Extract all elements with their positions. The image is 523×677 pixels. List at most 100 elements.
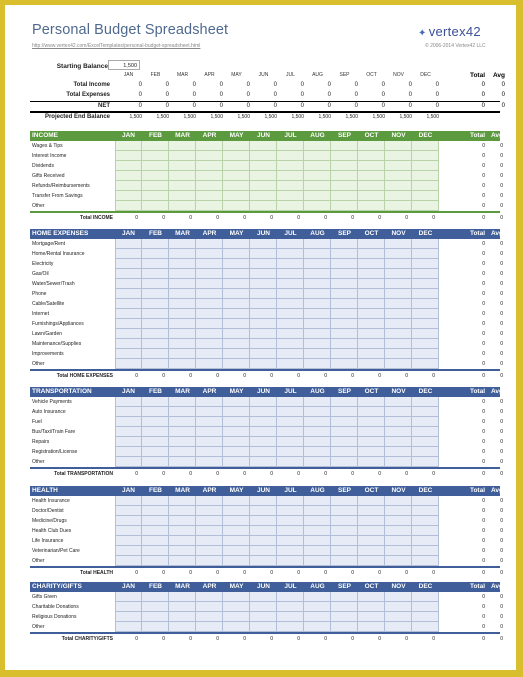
amount-input-cell[interactable] xyxy=(250,339,277,349)
amount-input-cell[interactable] xyxy=(412,427,439,437)
amount-input-cell[interactable] xyxy=(412,181,439,191)
amount-input-cell[interactable] xyxy=(250,556,277,566)
amount-input-cell[interactable] xyxy=(412,141,439,151)
amount-input-cell[interactable] xyxy=(358,427,385,437)
amount-input-cell[interactable] xyxy=(358,259,385,269)
amount-input-cell[interactable] xyxy=(412,201,439,211)
line-item-label[interactable]: Lawn/Garden xyxy=(32,331,62,337)
amount-input-cell[interactable] xyxy=(223,496,250,506)
amount-input-cell[interactable] xyxy=(250,279,277,289)
amount-input-cell[interactable] xyxy=(142,496,169,506)
amount-input-cell[interactable] xyxy=(331,299,358,309)
line-item-label[interactable]: Other xyxy=(32,361,45,367)
amount-input-cell[interactable] xyxy=(142,329,169,339)
amount-input-cell[interactable] xyxy=(331,161,358,171)
amount-input-cell[interactable] xyxy=(385,556,412,566)
amount-input-cell[interactable] xyxy=(196,556,223,566)
amount-input-cell[interactable] xyxy=(115,201,142,211)
amount-input-cell[interactable] xyxy=(115,516,142,526)
amount-input-cell[interactable] xyxy=(277,171,304,181)
line-item-label[interactable]: Water/Sewer/Trash xyxy=(32,281,75,287)
amount-input-cell[interactable] xyxy=(412,437,439,447)
amount-input-cell[interactable] xyxy=(385,309,412,319)
amount-input-cell[interactable] xyxy=(250,397,277,407)
amount-input-cell[interactable] xyxy=(115,181,142,191)
amount-input-cell[interactable] xyxy=(169,622,196,632)
amount-input-cell[interactable] xyxy=(277,496,304,506)
amount-input-cell[interactable] xyxy=(196,161,223,171)
amount-input-cell[interactable] xyxy=(304,506,331,516)
amount-input-cell[interactable] xyxy=(250,161,277,171)
amount-input-cell[interactable] xyxy=(412,151,439,161)
amount-input-cell[interactable] xyxy=(169,359,196,369)
amount-input-cell[interactable] xyxy=(412,536,439,546)
amount-input-cell[interactable] xyxy=(385,496,412,506)
amount-input-cell[interactable] xyxy=(304,526,331,536)
amount-input-cell[interactable] xyxy=(115,447,142,457)
amount-input-cell[interactable] xyxy=(115,319,142,329)
amount-input-cell[interactable] xyxy=(223,309,250,319)
line-item-label[interactable]: Wages & Tips xyxy=(32,143,63,149)
amount-input-cell[interactable] xyxy=(331,427,358,437)
amount-input-cell[interactable] xyxy=(115,269,142,279)
amount-input-cell[interactable] xyxy=(385,239,412,249)
amount-input-cell[interactable] xyxy=(142,239,169,249)
amount-input-cell[interactable] xyxy=(358,437,385,447)
amount-input-cell[interactable] xyxy=(385,289,412,299)
amount-input-cell[interactable] xyxy=(223,427,250,437)
amount-input-cell[interactable] xyxy=(358,151,385,161)
amount-input-cell[interactable] xyxy=(277,407,304,417)
amount-input-cell[interactable] xyxy=(169,602,196,612)
amount-input-cell[interactable] xyxy=(142,407,169,417)
amount-input-cell[interactable] xyxy=(223,536,250,546)
template-link[interactable]: http://www.vertex42.com/ExcelTemplates/p… xyxy=(32,43,200,49)
amount-input-cell[interactable] xyxy=(304,151,331,161)
amount-input-cell[interactable] xyxy=(115,191,142,201)
amount-input-cell[interactable] xyxy=(331,319,358,329)
amount-input-cell[interactable] xyxy=(304,516,331,526)
amount-input-cell[interactable] xyxy=(331,279,358,289)
amount-input-cell[interactable] xyxy=(142,309,169,319)
amount-input-cell[interactable] xyxy=(412,319,439,329)
amount-input-cell[interactable] xyxy=(358,397,385,407)
amount-input-cell[interactable] xyxy=(304,592,331,602)
amount-input-cell[interactable] xyxy=(304,407,331,417)
amount-input-cell[interactable] xyxy=(412,417,439,427)
amount-input-cell[interactable] xyxy=(277,546,304,556)
amount-input-cell[interactable] xyxy=(277,141,304,151)
amount-input-cell[interactable] xyxy=(358,319,385,329)
amount-input-cell[interactable] xyxy=(358,191,385,201)
amount-input-cell[interactable] xyxy=(142,161,169,171)
amount-input-cell[interactable] xyxy=(304,171,331,181)
amount-input-cell[interactable] xyxy=(142,612,169,622)
amount-input-cell[interactable] xyxy=(277,309,304,319)
amount-input-cell[interactable] xyxy=(196,191,223,201)
amount-input-cell[interactable] xyxy=(250,171,277,181)
amount-input-cell[interactable] xyxy=(169,181,196,191)
amount-input-cell[interactable] xyxy=(196,299,223,309)
amount-input-cell[interactable] xyxy=(250,359,277,369)
amount-input-cell[interactable] xyxy=(277,417,304,427)
amount-input-cell[interactable] xyxy=(142,349,169,359)
amount-input-cell[interactable] xyxy=(169,592,196,602)
amount-input-cell[interactable] xyxy=(169,299,196,309)
amount-input-cell[interactable] xyxy=(196,329,223,339)
amount-input-cell[interactable] xyxy=(412,506,439,516)
amount-input-cell[interactable] xyxy=(412,239,439,249)
amount-input-cell[interactable] xyxy=(358,536,385,546)
amount-input-cell[interactable] xyxy=(250,546,277,556)
amount-input-cell[interactable] xyxy=(385,506,412,516)
amount-input-cell[interactable] xyxy=(385,447,412,457)
amount-input-cell[interactable] xyxy=(142,339,169,349)
amount-input-cell[interactable] xyxy=(250,592,277,602)
line-item-label[interactable]: Other xyxy=(32,624,45,630)
amount-input-cell[interactable] xyxy=(412,191,439,201)
amount-input-cell[interactable] xyxy=(331,546,358,556)
amount-input-cell[interactable] xyxy=(250,437,277,447)
amount-input-cell[interactable] xyxy=(412,299,439,309)
amount-input-cell[interactable] xyxy=(142,516,169,526)
amount-input-cell[interactable] xyxy=(358,592,385,602)
amount-input-cell[interactable] xyxy=(250,201,277,211)
amount-input-cell[interactable] xyxy=(412,359,439,369)
amount-input-cell[interactable] xyxy=(385,526,412,536)
